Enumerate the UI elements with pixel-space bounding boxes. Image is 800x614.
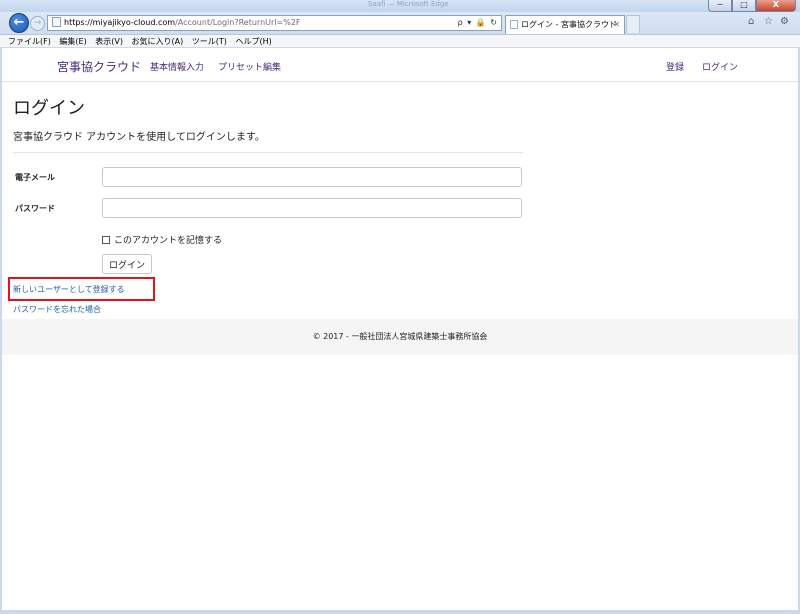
page-title: ログイン: [13, 98, 85, 119]
page-viewport: 宮事協クラウド 基本情報入力 プリセット編集 登録 ログイン ログイン 宮事協ク…: [2, 48, 798, 610]
window-controls: ─ □ X: [708, 0, 796, 12]
tab-page-icon: [510, 20, 518, 29]
email-field[interactable]: [102, 167, 522, 187]
site-navbar: 宮事協クラウド 基本情報入力 プリセット編集 登録 ログイン: [2, 48, 798, 82]
settings-gear-icon[interactable]: ⚙: [780, 16, 789, 27]
address-bar[interactable]: https://miyajikyo-cloud.com/Account/Logi…: [47, 15, 502, 31]
url-host: https://miyajikyo-cloud.com: [64, 18, 176, 27]
minimize-button[interactable]: ─: [708, 0, 732, 12]
new-tab-button[interactable]: [626, 15, 640, 33]
tab-close-icon[interactable]: ✕: [613, 16, 620, 33]
nav-login[interactable]: ログイン: [702, 60, 738, 73]
menu-file[interactable]: ファイル(F): [8, 37, 51, 46]
browser-toolbar: ← → https://miyajikyo-cloud.com/Account/…: [0, 12, 800, 34]
nav-register[interactable]: 登録: [666, 60, 684, 73]
brand-link[interactable]: 宮事協クラウド: [57, 58, 141, 75]
browser-tab-active[interactable]: ログイン - 宮事協クラウド ✕: [505, 15, 625, 34]
nav-preset-edit[interactable]: プリセット編集: [218, 60, 281, 73]
back-arrow-icon[interactable]: ←: [9, 13, 29, 33]
window-title: Saafi — Microsoft Edge: [368, 0, 449, 8]
window-titlebar: Saafi — Microsoft Edge ─ □ X: [0, 0, 800, 12]
remember-me[interactable]: このアカウントを記憶する: [102, 233, 222, 246]
menu-help[interactable]: ヘルプ(H): [235, 37, 271, 46]
menu-tools[interactable]: ツール(T): [192, 37, 227, 46]
address-bar-tools[interactable]: ρ ▾ 🔒 ↻: [458, 16, 498, 30]
forward-arrow-icon[interactable]: →: [30, 16, 45, 31]
password-field[interactable]: [102, 198, 522, 218]
page-subtitle: 宮事協クラウド アカウントを使用してログインします。: [13, 132, 265, 143]
footer: © 2017 - 一般社団法人宮城県建築士事務所協会: [2, 319, 798, 355]
nav-basic-info[interactable]: 基本情報入力: [150, 60, 204, 73]
home-icon[interactable]: ⌂: [748, 16, 754, 27]
menu-edit[interactable]: 編集(E): [59, 37, 86, 46]
register-new-user-link[interactable]: 新しいユーザーとして登録する: [13, 284, 125, 295]
tab-title: ログイン - 宮事協クラウド: [521, 20, 617, 29]
forgot-password-link[interactable]: パスワードを忘れた場合: [13, 304, 101, 315]
footer-copyright: © 2017 - 一般社団法人宮城県建築士事務所協会: [312, 332, 488, 341]
page-icon: [52, 17, 61, 27]
menu-favorites[interactable]: お気に入り(A): [132, 37, 184, 46]
password-label: パスワード: [15, 204, 55, 213]
divider: [13, 152, 523, 153]
favorites-star-icon[interactable]: ☆: [764, 16, 773, 27]
close-window-button[interactable]: X: [756, 0, 796, 12]
maximize-button[interactable]: □: [732, 0, 756, 12]
url-path: /Account/Login?ReturnUrl=%2F: [175, 18, 301, 27]
remember-checkbox[interactable]: [102, 235, 110, 244]
menu-view[interactable]: 表示(V): [95, 37, 123, 46]
remember-label: このアカウントを記憶する: [114, 236, 223, 246]
menu-bar: ファイル(F) 編集(E) 表示(V) お気に入り(A) ツール(T) ヘルプ(…: [0, 34, 800, 48]
login-button[interactable]: ログイン: [102, 254, 152, 274]
email-label: 電子メール: [15, 173, 55, 182]
